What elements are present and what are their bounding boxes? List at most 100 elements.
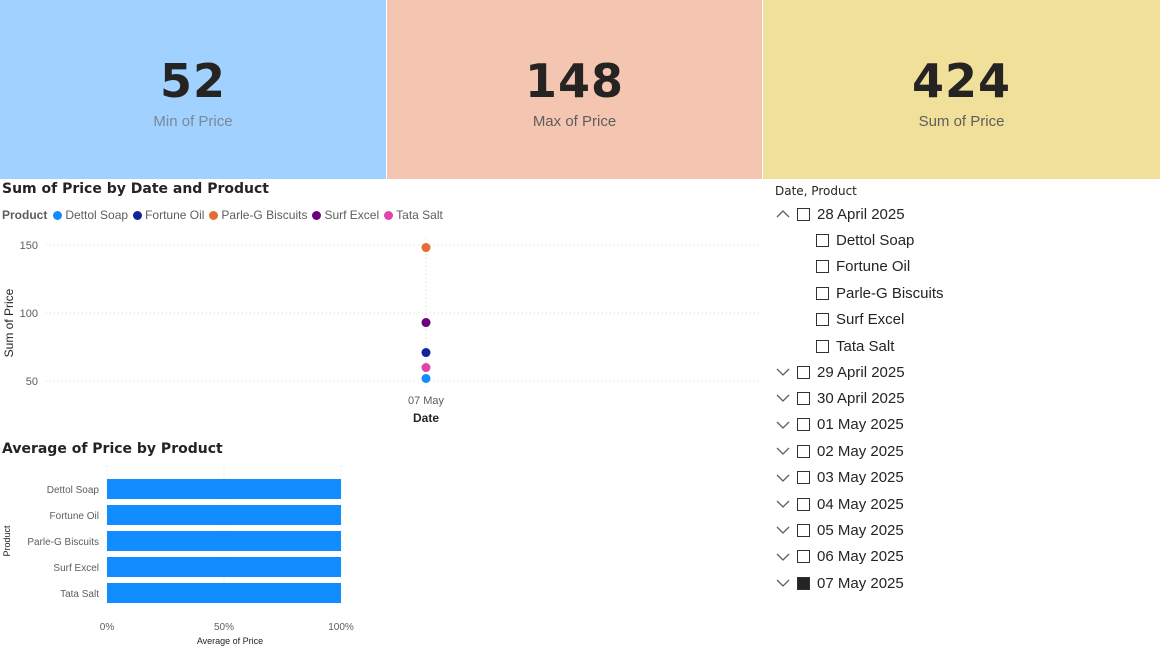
legend-label: Tata Salt <box>396 208 443 222</box>
checkbox[interactable] <box>797 391 810 405</box>
legend-item-fortune-oil[interactable]: Fortune Oil <box>133 208 204 222</box>
slicer-group-06-may-2025[interactable]: 06 May 2025 <box>775 546 904 568</box>
scatter-point <box>421 243 431 253</box>
slicer-item-label: 03 May 2025 <box>817 469 904 487</box>
x-tick-label: 07 May <box>408 395 445 407</box>
slicer-group-01-may-2025[interactable]: 01 May 2025 <box>775 414 904 436</box>
y-axis-title: Product <box>2 525 12 557</box>
y-tick-label: Tata Salt <box>60 589 99 600</box>
checkbox[interactable] <box>816 286 829 300</box>
slicer-item-label: 28 April 2025 <box>817 205 905 223</box>
x-axis-title: Average of Price <box>197 636 263 646</box>
x-tick-label: 0% <box>100 622 115 633</box>
slicer-child-dettol-soap[interactable]: Dettol Soap <box>816 229 914 251</box>
slicer-item-label: 05 May 2025 <box>817 521 904 539</box>
y-tick-label: 50 <box>26 376 38 388</box>
slicer-group-04-may-2025[interactable]: 04 May 2025 <box>775 493 904 515</box>
chevron-down-icon[interactable] <box>775 522 791 538</box>
slicer-item-label: 01 May 2025 <box>817 416 904 434</box>
y-tick-label: 150 <box>20 240 38 252</box>
y-tick-label: Parle-G Biscuits <box>27 537 99 548</box>
chevron-down-icon[interactable] <box>775 417 791 433</box>
slicer-item-label: 04 May 2025 <box>817 495 904 513</box>
scatter-chart[interactable]: 50 100 150 07 May Date Sum of Price <box>0 228 770 428</box>
checkbox[interactable] <box>797 523 810 537</box>
chevron-down-icon[interactable] <box>775 470 791 486</box>
legend-item-tata-salt[interactable]: Tata Salt <box>384 208 443 222</box>
slicer-item-label: 07 May 2025 <box>817 574 904 592</box>
checkbox[interactable] <box>797 471 810 485</box>
bar <box>107 583 341 603</box>
legend-marker <box>209 210 219 220</box>
y-tick-label: Dettol Soap <box>47 485 100 496</box>
slicer-child-tata-salt[interactable]: Tata Salt <box>816 335 894 357</box>
slicer-item-label: 30 April 2025 <box>817 389 905 407</box>
slicer-child-surf-excel[interactable]: Surf Excel <box>816 309 904 331</box>
legend-label: Surf Excel <box>324 208 380 222</box>
legend-label: Dettol Soap <box>65 208 129 222</box>
kpi-label: Max of Price <box>532 113 617 130</box>
y-tick-label: 100 <box>20 308 38 320</box>
slicer-group-28-april-2025[interactable]: 28 April 2025 <box>775 203 905 225</box>
legend-item-surf-excel[interactable]: Surf Excel <box>312 208 379 222</box>
scatter-point <box>421 318 431 328</box>
chevron-down-icon[interactable] <box>775 549 791 565</box>
legend-item-parle-g-biscuits[interactable]: Parle-G Biscuits <box>209 208 307 222</box>
checkbox[interactable] <box>797 576 810 590</box>
slicer-item-label: Parle-G Biscuits <box>836 284 944 302</box>
checkbox[interactable] <box>816 313 829 326</box>
kpi-value: 52 <box>159 54 226 108</box>
legend-marker <box>133 210 143 220</box>
checkbox[interactable] <box>797 497 810 511</box>
slicer-item-label: 06 May 2025 <box>817 548 904 566</box>
checkbox[interactable] <box>816 233 829 247</box>
bar-chart-title: Average of Price by Product <box>2 441 223 457</box>
checkbox[interactable] <box>816 339 829 353</box>
checkbox[interactable] <box>797 365 810 379</box>
scatter-point <box>421 348 431 358</box>
checkbox[interactable] <box>797 444 810 458</box>
x-tick-label: 50% <box>214 622 234 633</box>
y-tick-label: Surf Excel <box>53 563 99 574</box>
slicer-group-02-may-2025[interactable]: 02 May 2025 <box>775 440 904 462</box>
slicer-item-label: Dettol Soap <box>836 231 915 249</box>
checkbox[interactable] <box>816 260 829 273</box>
checkbox[interactable] <box>797 207 810 221</box>
bar-chart[interactable]: 0% 50% 100% Dettol Soap Fortune Oil Parle-G B… <box>0 462 380 648</box>
chevron-down-icon[interactable] <box>775 496 791 512</box>
slicer-item-label: 29 April 2025 <box>817 363 905 381</box>
legend-title: Product <box>2 208 48 222</box>
kpi-card-min[interactable]: 52 Min of Price <box>0 0 386 179</box>
checkbox[interactable] <box>797 418 810 432</box>
kpi-card-sum[interactable]: 424 Sum of Price <box>763 0 1160 179</box>
legend-marker <box>384 210 394 220</box>
chevron-down-icon[interactable] <box>775 390 791 406</box>
slicer-group-07-may-2025[interactable]: 07 May 2025 <box>775 572 904 594</box>
slicer-group-03-may-2025[interactable]: 03 May 2025 <box>775 467 904 489</box>
slicer-group-29-april-2025[interactable]: 29 April 2025 <box>775 361 905 383</box>
chevron-down-icon[interactable] <box>775 443 791 459</box>
chevron-up-icon[interactable] <box>775 206 791 222</box>
slicer-group-30-april-2025[interactable]: 30 April 2025 <box>775 387 905 409</box>
checkbox[interactable] <box>797 550 810 564</box>
slicer-group-05-may-2025[interactable]: 05 May 2025 <box>775 519 904 541</box>
slicer-child-parle-g-biscuits[interactable]: Parle-G Biscuits <box>816 282 944 304</box>
x-axis-title: Date <box>413 411 439 425</box>
y-axis-title: Sum of Price <box>2 288 16 357</box>
slicer-child-fortune-oil[interactable]: Fortune Oil <box>816 256 910 278</box>
legend-marker <box>312 210 322 220</box>
kpi-card-max[interactable]: 148 Max of Price <box>387 0 762 179</box>
slicer-item-label: Fortune Oil <box>836 258 911 275</box>
kpi-label: Min of Price <box>153 113 233 130</box>
scatter-point <box>421 373 431 383</box>
y-tick-label: Fortune Oil <box>50 511 99 522</box>
legend-label: Fortune Oil <box>145 208 205 222</box>
kpi-label: Sum of Price <box>918 113 1005 130</box>
chevron-down-icon[interactable] <box>775 575 791 591</box>
bar <box>107 557 341 577</box>
legend-item-dettol-soap[interactable]: Dettol Soap <box>53 208 128 222</box>
legend-label: Parle-G Biscuits <box>221 208 308 222</box>
chevron-down-icon[interactable] <box>775 364 791 380</box>
bar <box>107 479 341 499</box>
scatter-point <box>421 363 431 373</box>
